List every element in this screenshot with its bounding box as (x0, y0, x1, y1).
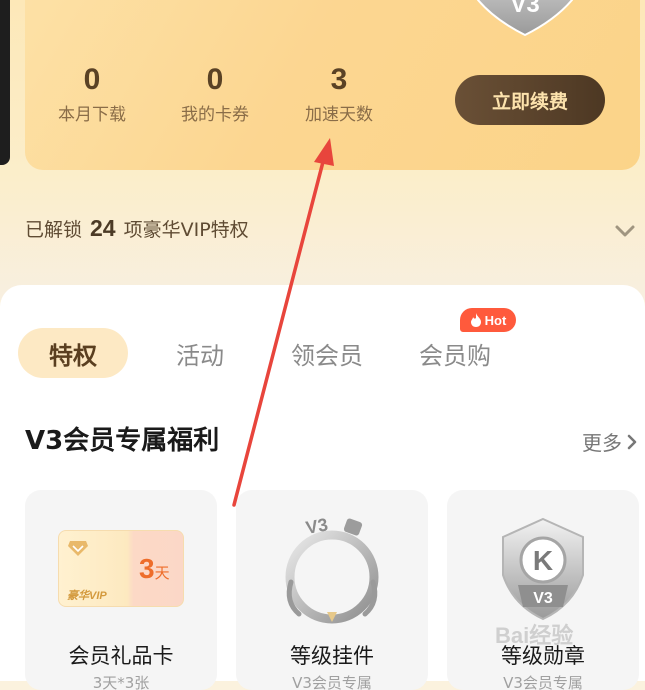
unlock-count: 24 (90, 214, 116, 241)
chevron-right-icon (627, 434, 637, 449)
gift-vip-text: 豪华VIP (67, 590, 107, 602)
flame-icon (470, 313, 481, 327)
benefit-sub: V3会员专属 (503, 674, 583, 690)
more-label: 更多 (582, 431, 622, 455)
badge-level-text: V3 (510, 0, 539, 18)
tab-activities[interactable]: 活动 (160, 328, 240, 378)
stat-coupons[interactable]: 0 我的卡券 (170, 60, 260, 125)
stat-label: 我的卡券 (181, 105, 249, 125)
tab-member-shop[interactable]: 会员购 (410, 328, 500, 378)
unlock-suffix: 项豪华VIP特权 (123, 218, 249, 241)
gift-card-icon: 3天 豪华VIP (58, 530, 184, 607)
hot-badge: Hot (460, 308, 516, 332)
side-edge (0, 0, 10, 165)
more-link[interactable]: 更多 (582, 427, 639, 456)
benefit-sub: 3天*3张 (92, 674, 150, 690)
renew-button[interactable]: 立即续费 (455, 75, 605, 125)
benefit-card-pendant[interactable]: V3 等级挂件 V3会员专属 (236, 490, 428, 690)
watermark: Bai经验 (495, 623, 574, 648)
section-title: V3会员专属福利 (25, 426, 220, 456)
tab-get-membership[interactable]: 领会员 (282, 328, 372, 378)
stat-value: 0 (206, 63, 224, 96)
hot-label: Hot (484, 312, 507, 328)
unlocked-privileges-row[interactable]: 已解锁 24 项豪华VIP特权 (25, 208, 640, 248)
svg-text:K: K (533, 545, 553, 576)
tab-privileges[interactable]: 特权 (18, 328, 128, 378)
stat-downloads[interactable]: 0 本月下载 (47, 60, 137, 125)
stat-label: 本月下载 (58, 105, 126, 125)
benefit-name: 等级挂件 (290, 644, 374, 668)
stat-boost-days[interactable]: 3 加速天数 (294, 60, 384, 125)
svg-text:V3: V3 (304, 514, 329, 538)
stat-value: 3 (330, 63, 348, 96)
benefit-name: 会员礼品卡 (68, 644, 174, 668)
gift-days: 3天 (139, 553, 170, 584)
diamond-icon (68, 541, 88, 556)
benefit-sub: V3会员专属 (292, 674, 372, 690)
benefit-card-gift[interactable]: 3天 豪华VIP 会员礼品卡 3天*3张 (25, 490, 217, 690)
benefit-card-medal[interactable]: K V3 等级勋章 V3会员专属 (447, 490, 639, 690)
stat-value: 0 (83, 63, 101, 96)
level-pendant-icon: V3 (285, 514, 379, 624)
unlock-prefix: 已解锁 (25, 218, 83, 241)
chevron-down-icon[interactable] (612, 218, 638, 244)
stat-label: 加速天数 (305, 105, 373, 125)
level-medal-icon: K V3 (502, 517, 584, 621)
level-badge-icon: V3 (476, 0, 574, 37)
svg-text:V3: V3 (533, 590, 553, 607)
